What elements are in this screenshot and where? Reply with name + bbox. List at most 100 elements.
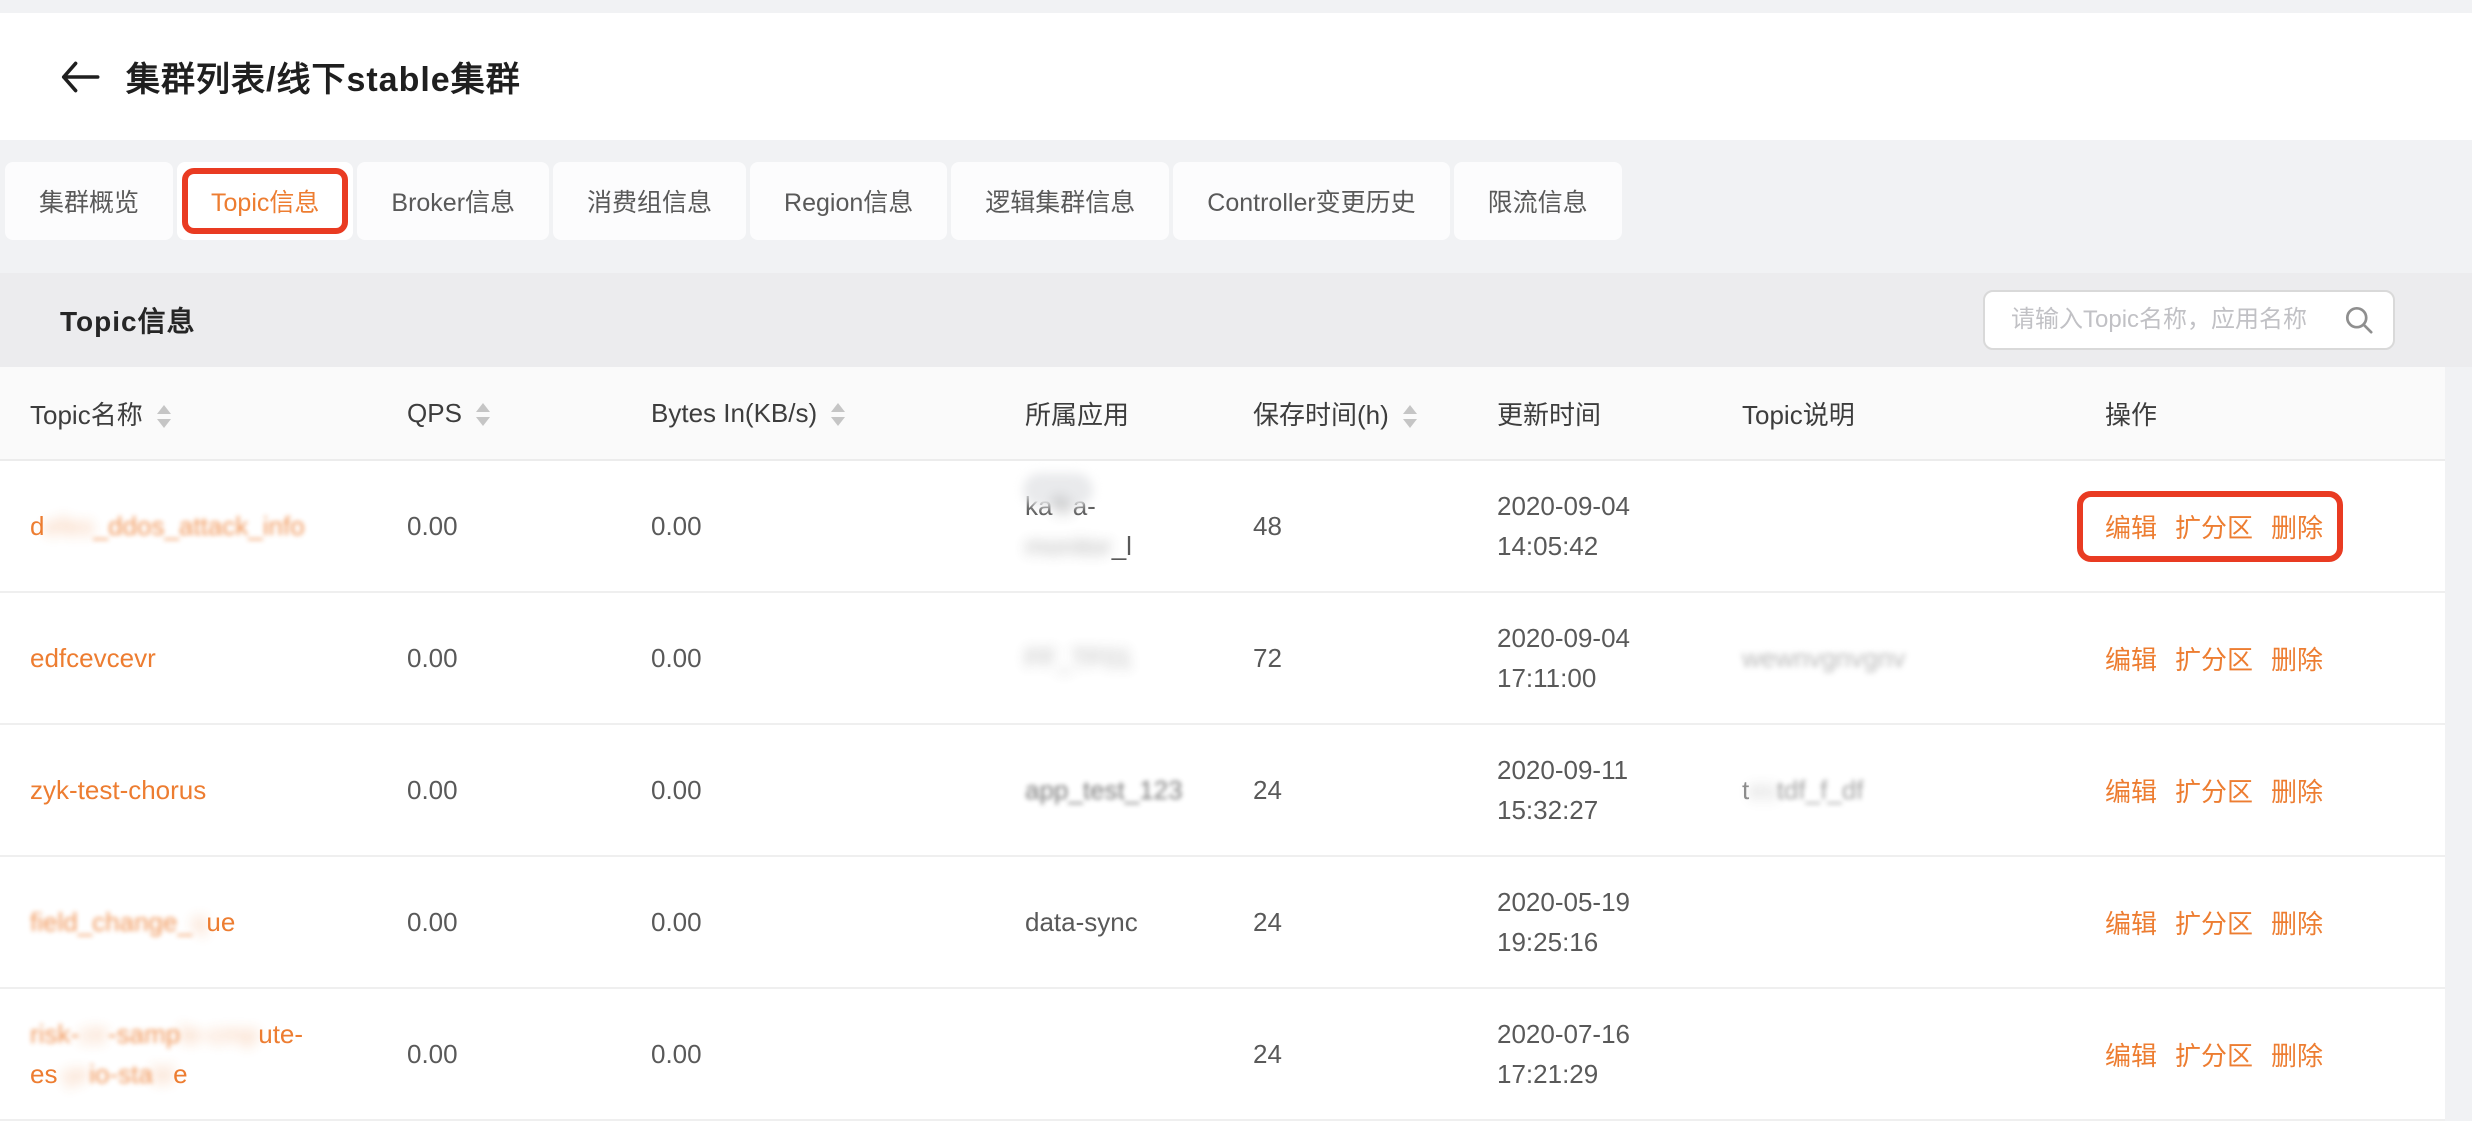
edit-link[interactable]: 编辑	[2105, 1041, 2157, 1071]
topic-name-link[interactable]: zyk-test-chorus	[30, 775, 206, 805]
app-cell	[995, 988, 1223, 1120]
app-cell: data-sync	[995, 856, 1223, 988]
actions-cell: 编辑扩分区删除	[2075, 856, 2445, 988]
edit-link[interactable]: 编辑	[2105, 777, 2157, 807]
delete-link[interactable]: 删除	[2271, 1041, 2323, 1071]
delete-link[interactable]: 删除	[2271, 513, 2323, 543]
qps-cell: 0.00	[377, 724, 621, 856]
actions-cell: 编辑扩分区删除	[2075, 592, 2445, 724]
expand-partition-link[interactable]: 扩分区	[2175, 645, 2253, 675]
retention-cell: 48	[1223, 460, 1467, 592]
app-cell: app_test_123	[995, 724, 1223, 856]
delete-link[interactable]: 删除	[2271, 777, 2323, 807]
expand-partition-link[interactable]: 扩分区	[2175, 1041, 2253, 1071]
bytes-in-cell: 0.00	[621, 988, 995, 1120]
col-header-desc: Topic说明	[1712, 367, 2075, 460]
col-header-actions: 操作	[2075, 367, 2445, 460]
retention-cell: 24	[1223, 724, 1467, 856]
tab-label: 限流信息	[1488, 183, 1588, 219]
qps-cell: 0.00	[377, 460, 621, 592]
expand-partition-link[interactable]: 扩分区	[2175, 909, 2253, 939]
topic-name-link[interactable]: edfcevcevr	[30, 643, 156, 673]
tab-label: Controller变更历史	[1207, 183, 1415, 219]
desc-cell: testdf_f_df	[1712, 724, 2075, 856]
desc-cell	[1712, 460, 2075, 592]
tab-topic-info[interactable]: Topic信息	[177, 162, 353, 240]
actions-cell: 编辑扩分区删除	[2075, 724, 2445, 856]
section-header: Topic信息	[0, 273, 2472, 367]
table-row: edfcevcevr 0.00 0.00 FF_TF01 72 2020-09-…	[0, 592, 2445, 724]
qps-cell: 0.00	[377, 988, 621, 1120]
desc-cell: wewnvgnvgnv	[1712, 592, 2075, 724]
tab-label: Broker信息	[391, 183, 515, 219]
col-header-qps: QPS	[377, 367, 621, 460]
tab-label: Region信息	[784, 183, 913, 219]
edit-link[interactable]: 编辑	[2105, 645, 2157, 675]
actions-cell: 编辑扩分区删除	[2075, 988, 2445, 1120]
topic-name-link[interactable]: risk-ctr-sample-cmpute- es-prio-stable	[30, 1014, 377, 1094]
col-header-app: 所属应用	[995, 367, 1223, 460]
retention-cell: 72	[1223, 592, 1467, 724]
delete-link[interactable]: 删除	[2271, 909, 2323, 939]
updated-cell: 2020-09-11 15:32:27	[1467, 724, 1712, 856]
retention-cell: 24	[1223, 856, 1467, 988]
search-icon[interactable]	[2343, 304, 2375, 336]
tab-label: 消费组信息	[587, 183, 712, 219]
expand-partition-link[interactable]: 扩分区	[2175, 777, 2253, 807]
updated-cell: 2020-05-19 19:25:16	[1467, 856, 1712, 988]
edit-link[interactable]: 编辑	[2105, 513, 2157, 543]
retention-cell: 24	[1223, 988, 1467, 1120]
bytes-in-cell: 0.00	[621, 460, 995, 592]
table-row: defes_ddos_attack_info 0.00 0.00 kafka- …	[0, 460, 2445, 592]
breadcrumb-title: 集群列表/线下stable集群	[126, 52, 521, 101]
qps-cell: 0.00	[377, 856, 621, 988]
red-annotation-box: 编辑扩分区删除	[2105, 508, 2323, 545]
bytes-in-cell: 0.00	[621, 592, 995, 724]
tab-controller-history[interactable]: Controller变更历史	[1173, 162, 1449, 240]
tab-label: 逻辑集群信息	[985, 183, 1135, 219]
col-header-retention: 保存时间(h)	[1223, 367, 1467, 460]
sort-icon[interactable]	[1403, 405, 1417, 428]
topic-name-cell: zyk-test-chorus	[0, 724, 377, 856]
tab-consumer-group-info[interactable]: 消费组信息	[553, 162, 746, 240]
table-row: field_change_que 0.00 0.00 data-sync 24 …	[0, 856, 2445, 988]
search-input[interactable]	[1983, 290, 2395, 350]
tab-logical-cluster-info[interactable]: 逻辑集群信息	[951, 162, 1169, 240]
tab-throttle-info[interactable]: 限流信息	[1454, 162, 1622, 240]
topic-name-cell: field_change_que	[0, 856, 377, 988]
topic-name-link[interactable]: defes_ddos_attack_info	[30, 511, 305, 541]
section-title: Topic信息	[60, 300, 196, 340]
expand-partition-link[interactable]: 扩分区	[2175, 513, 2253, 543]
sort-icon[interactable]	[476, 403, 490, 426]
desc-cell	[1712, 856, 2075, 988]
updated-cell: 2020-09-04 17:11:00	[1467, 592, 1712, 724]
top-bar: 集群列表/线下stable集群	[0, 13, 2472, 140]
tab-label: Topic信息	[211, 183, 319, 219]
sort-icon[interactable]	[157, 405, 171, 428]
topic-table-container: Topic名称 QPS Bytes In(KB/s) 所属应用 保存时间(h) …	[0, 367, 2445, 1121]
table-row: zyk-test-chorus 0.00 0.00 app_test_123 2…	[0, 724, 2445, 856]
app-cell: kafka- monitor_l	[995, 460, 1223, 592]
arrow-left-icon	[58, 60, 100, 94]
col-header-updated: 更新时间	[1467, 367, 1712, 460]
bytes-in-cell: 0.00	[621, 856, 995, 988]
edit-link[interactable]: 编辑	[2105, 909, 2157, 939]
updated-cell: 2020-07-16 17:21:29	[1467, 988, 1712, 1120]
topic-table: Topic名称 QPS Bytes In(KB/s) 所属应用 保存时间(h) …	[0, 367, 2445, 1121]
tab-cluster-overview[interactable]: 集群概览	[5, 162, 173, 240]
topic-name-cell: edfcevcevr	[0, 592, 377, 724]
delete-link[interactable]: 删除	[2271, 645, 2323, 675]
search-box	[1983, 290, 2395, 350]
back-button[interactable]	[58, 60, 100, 94]
topic-name-cell: risk-ctr-sample-cmpute- es-prio-stable	[0, 988, 377, 1120]
tab-region-info[interactable]: Region信息	[750, 162, 947, 240]
tab-broker-info[interactable]: Broker信息	[357, 162, 549, 240]
desc-cell	[1712, 988, 2075, 1120]
tab-label: 集群概览	[39, 183, 139, 219]
bytes-in-cell: 0.00	[621, 724, 995, 856]
sort-icon[interactable]	[831, 403, 845, 426]
qps-cell: 0.00	[377, 592, 621, 724]
actions-cell: 编辑扩分区删除	[2075, 460, 2445, 592]
topic-name-link[interactable]: field_change_que	[30, 907, 235, 937]
table-header-row: Topic名称 QPS Bytes In(KB/s) 所属应用 保存时间(h) …	[0, 367, 2445, 460]
